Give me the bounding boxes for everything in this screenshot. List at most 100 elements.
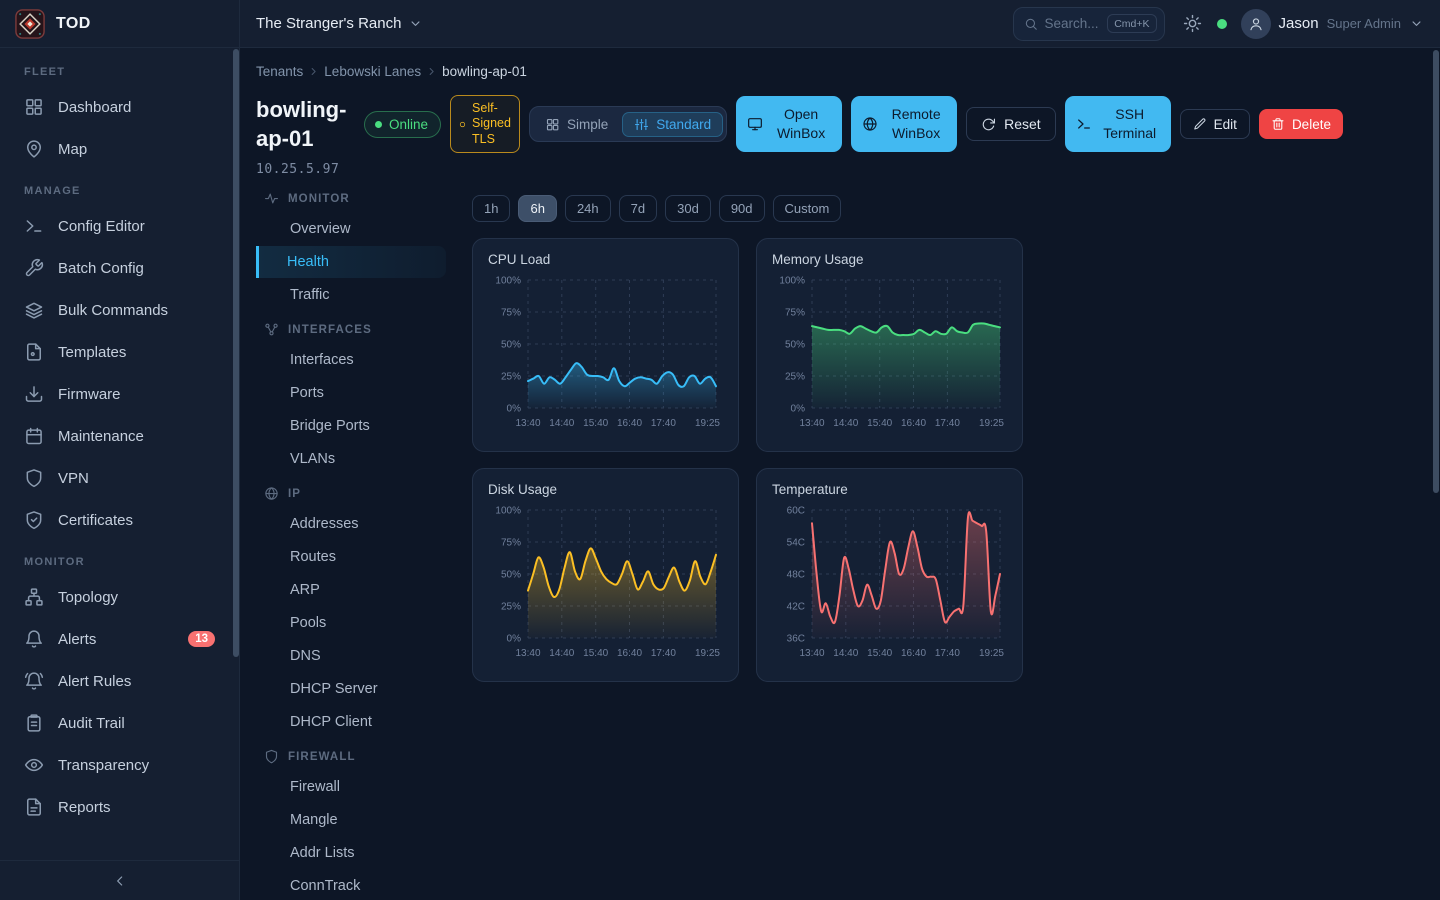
activity-icon <box>264 191 279 206</box>
device-nav-item-dns[interactable]: DNS <box>256 640 446 672</box>
sidebar-item-audit-trail[interactable]: Audit Trail <box>12 702 227 744</box>
device-nav-item-addresses[interactable]: Addresses <box>256 508 446 540</box>
time-range-custom[interactable]: Custom <box>773 195 842 222</box>
sidebar-item-certificates[interactable]: Certificates <box>12 499 227 541</box>
device-nav-item-ports[interactable]: Ports <box>256 377 446 409</box>
memory-usage-chart: 0%25%50%75%100%13:4014:4015:4016:4017:40… <box>770 270 1011 434</box>
svg-text:25%: 25% <box>501 602 521 613</box>
content-body: MONITOROverviewHealthTrafficINTERFACESIn… <box>256 181 1440 900</box>
search-input[interactable]: Search... Cmd+K <box>1013 7 1165 41</box>
sidebar-item-templates[interactable]: Templates <box>12 331 227 373</box>
sidebar-item-reports[interactable]: Reports <box>12 786 227 828</box>
device-nav: MONITOROverviewHealthTrafficINTERFACESIn… <box>256 181 456 900</box>
device-nav-item-vlans[interactable]: VLANs <box>256 443 446 475</box>
sidebar-item-batch-config[interactable]: Batch Config <box>12 247 227 289</box>
refresh-icon <box>981 117 996 132</box>
user-menu[interactable]: Jason Super Admin <box>1241 9 1424 39</box>
open-winbox-button[interactable]: Open WinBox <box>736 96 842 152</box>
svg-text:36C: 36C <box>787 634 805 645</box>
breadcrumb-item-lebowski-lanes[interactable]: Lebowski Lanes <box>324 64 421 79</box>
sidebar-collapse-button[interactable] <box>0 860 239 900</box>
sidebar-item-label: Reports <box>58 799 111 816</box>
device-nav-item-addr-lists[interactable]: Addr Lists <box>256 837 446 869</box>
search-icon <box>1024 17 1038 31</box>
button-label: Reset <box>1004 116 1041 132</box>
chevron-left-icon <box>112 873 128 889</box>
ssh-terminal-button[interactable]: SSH Terminal <box>1065 96 1171 152</box>
svg-text:15:40: 15:40 <box>867 418 892 429</box>
svg-text:15:40: 15:40 <box>867 648 892 659</box>
chart-title: Disk Usage <box>488 482 725 497</box>
edit-button[interactable]: Edit <box>1180 109 1250 139</box>
device-nav-item-dhcp-client[interactable]: DHCP Client <box>256 706 446 738</box>
svg-text:75%: 75% <box>501 538 521 549</box>
wrench-icon <box>24 258 44 278</box>
chevron-down-icon <box>1409 16 1424 31</box>
device-nav-item-arp[interactable]: ARP <box>256 574 446 606</box>
tls-warning-text: Self-Signed TLS <box>472 101 512 148</box>
svg-text:17:40: 17:40 <box>935 648 960 659</box>
search-placeholder: Search... <box>1045 16 1099 31</box>
device-nav-item-mangle[interactable]: Mangle <box>256 804 446 836</box>
svg-text:54C: 54C <box>787 538 805 549</box>
view-mode-label: Simple <box>567 117 608 132</box>
sidebar-item-label: Transparency <box>58 757 149 774</box>
remote-winbox-button[interactable]: Remote WinBox <box>851 96 957 152</box>
time-range-90d[interactable]: 90d <box>719 195 765 222</box>
sidebar-item-dashboard[interactable]: Dashboard <box>12 86 227 128</box>
delete-button[interactable]: Delete <box>1259 109 1343 139</box>
svg-text:17:40: 17:40 <box>651 418 676 429</box>
topology-icon <box>24 587 44 607</box>
svg-text:50%: 50% <box>501 340 521 351</box>
sidebar-item-topology[interactable]: Topology <box>12 576 227 618</box>
time-range-1h[interactable]: 1h <box>472 195 510 222</box>
time-range-6h[interactable]: 6h <box>518 195 556 222</box>
time-range-30d[interactable]: 30d <box>665 195 711 222</box>
eye-icon <box>24 755 44 775</box>
brand-name: TOD <box>56 15 91 33</box>
sidebar-item-label: Templates <box>58 344 126 361</box>
sidebar-item-firmware[interactable]: Firmware <box>12 373 227 415</box>
sidebar-item-transparency[interactable]: Transparency <box>12 744 227 786</box>
svg-text:0%: 0% <box>507 634 522 645</box>
svg-text:16:40: 16:40 <box>901 648 926 659</box>
breadcrumb: TenantsLebowski Lanesbowling-ap-01 <box>256 64 1440 79</box>
device-nav-item-firewall[interactable]: Firewall <box>256 771 446 803</box>
shield-icon <box>24 468 44 488</box>
device-nav-item-interfaces[interactable]: Interfaces <box>256 344 446 376</box>
device-nav-section-label: FIREWALL <box>288 751 356 763</box>
sidebar-item-map[interactable]: Map <box>12 128 227 170</box>
time-range-7d[interactable]: 7d <box>619 195 657 222</box>
time-range-24h[interactable]: 24h <box>565 195 611 222</box>
sidebar-item-alert-rules[interactable]: Alert Rules <box>12 660 227 702</box>
device-nav-item-conntrack[interactable]: ConnTrack <box>256 870 446 900</box>
search-shortcut-kbd: Cmd+K <box>1107 14 1156 33</box>
shield-alert-small-icon <box>458 120 467 129</box>
device-nav-item-dhcp-server[interactable]: DHCP Server <box>256 673 446 705</box>
sidebar-item-vpn[interactable]: VPN <box>12 457 227 499</box>
device-nav-item-pools[interactable]: Pools <box>256 607 446 639</box>
chart-title: Temperature <box>772 482 1009 497</box>
device-nav-section-interfaces: INTERFACES <box>256 312 456 343</box>
svg-text:42C: 42C <box>787 602 805 613</box>
device-nav-item-bridge-ports[interactable]: Bridge Ports <box>256 410 446 442</box>
svg-text:50%: 50% <box>501 570 521 581</box>
sidebar-item-config-editor[interactable]: Config Editor <box>12 205 227 247</box>
breadcrumb-item-tenants[interactable]: Tenants <box>256 64 303 79</box>
theme-toggle-button[interactable] <box>1183 14 1203 34</box>
reset-button[interactable]: Reset <box>966 107 1056 141</box>
view-mode-standard[interactable]: Standard <box>622 112 723 137</box>
tenant-selector[interactable]: The Stranger's Ranch <box>256 15 423 32</box>
page-scrollbar[interactable] <box>1433 50 1439 493</box>
device-nav-item-overview[interactable]: Overview <box>256 213 446 245</box>
sidebar-item-alerts[interactable]: Alerts13 <box>12 618 227 660</box>
sidebar-scrollbar[interactable] <box>233 49 239 657</box>
device-nav-item-health[interactable]: Health <box>256 246 446 278</box>
sidebar-item-label: Topology <box>58 589 118 606</box>
sidebar-item-label: Alert Rules <box>58 673 131 690</box>
device-nav-item-routes[interactable]: Routes <box>256 541 446 573</box>
view-mode-simple[interactable]: Simple <box>533 112 620 137</box>
device-nav-item-traffic[interactable]: Traffic <box>256 279 446 311</box>
sidebar-item-bulk-commands[interactable]: Bulk Commands <box>12 289 227 331</box>
sidebar-item-maintenance[interactable]: Maintenance <box>12 415 227 457</box>
